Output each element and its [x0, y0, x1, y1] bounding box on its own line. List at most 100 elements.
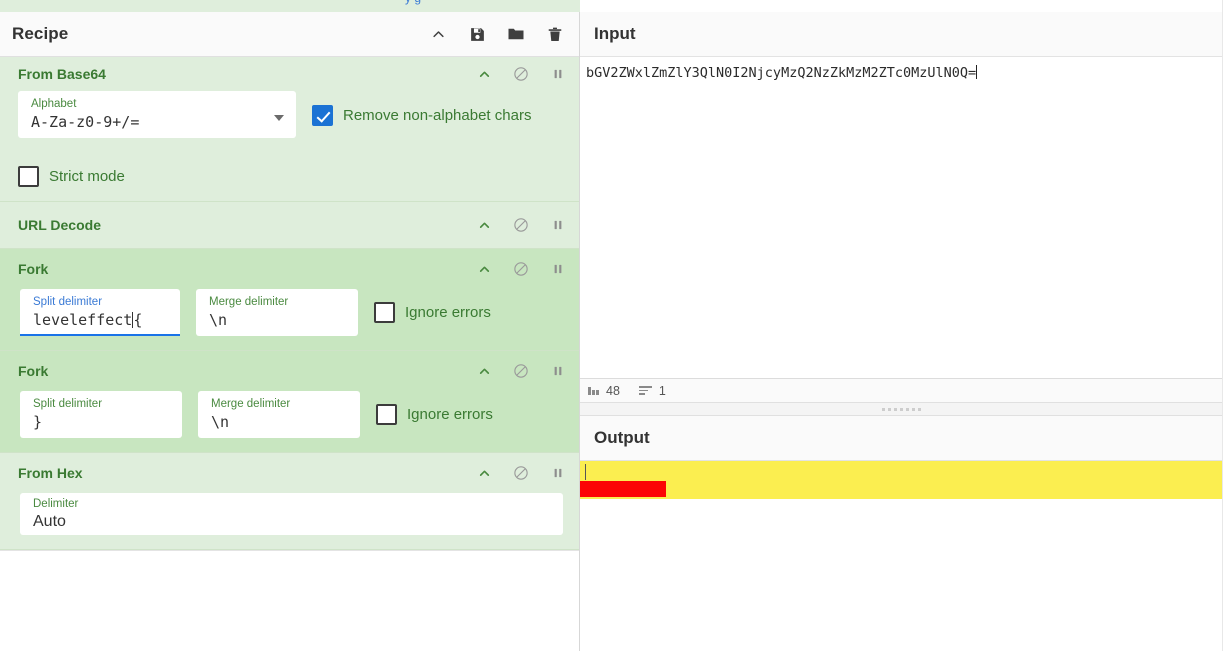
splitter-grip-icon: [882, 407, 921, 411]
output-highlight-band: [580, 461, 1223, 499]
disable-operation-icon[interactable]: [512, 464, 530, 482]
split-delimiter-label: Split delimiter: [33, 398, 103, 410]
recipe-operation[interactable]: URL Decode: [0, 202, 579, 249]
delimiter-field[interactable]: Delimiter Auto: [20, 493, 563, 535]
abc-icon: [588, 386, 599, 395]
save-recipe-icon[interactable]: [467, 24, 487, 44]
remove-non-alphabet-chars-label: Remove non-alphabet chars: [343, 107, 532, 124]
operation-header: From Base64: [0, 57, 579, 91]
strict-mode-label: Strict mode: [49, 168, 125, 185]
merge-delimiter-value: \n: [211, 413, 230, 431]
ignore-errors-label: Ignore errors: [405, 304, 491, 321]
cut-off-banner: y g: [0, 0, 580, 12]
recipe-operation[interactable]: From Base64 Alphabet A-Za-z0-9+/= Remove…: [0, 57, 579, 202]
ignore-errors-checkbox-row[interactable]: Ignore errors: [376, 404, 493, 425]
ignore-errors-checkbox[interactable]: [374, 302, 395, 323]
output-title: Output: [594, 428, 650, 447]
operation-actions: [475, 216, 567, 234]
io-pane: Input bGV2ZWxlZmZlY3QlN0I2NjcyMzQ2NzZkMz…: [580, 0, 1223, 651]
input-lines-value: 1: [658, 383, 666, 398]
disable-operation-icon[interactable]: [512, 362, 530, 380]
operation-body: Split delimiter leveleffect{ Merge delim…: [0, 289, 579, 350]
ignore-errors-checkbox-row[interactable]: Ignore errors: [374, 302, 491, 323]
recipe-header: Recipe: [0, 12, 579, 57]
operation-body: Split delimiter } Merge delimiter \n Ign…: [0, 391, 579, 452]
alphabet-field[interactable]: Alphabet A-Za-z0-9+/=: [18, 91, 296, 138]
merge-delimiter-label: Merge delimiter: [211, 398, 291, 410]
breakpoint-pause-icon[interactable]: [549, 362, 567, 380]
input-text[interactable]: bGV2ZWxlZmZlY3QlN0I2NjcyMzQ2NzZkMzM2ZTc0…: [586, 64, 1217, 83]
recipe-operation-list[interactable]: From Base64 Alphabet A-Za-z0-9+/= Remove…: [0, 57, 579, 651]
lines-icon: [638, 385, 652, 396]
operation-actions: [475, 260, 567, 278]
cut-off-link[interactable]: y g: [405, 0, 421, 5]
merge-delimiter-field[interactable]: Merge delimiter \n: [196, 289, 358, 336]
recipe-operation[interactable]: From Hex Delimiter Auto: [0, 453, 579, 550]
disable-operation-icon[interactable]: [512, 65, 530, 83]
strict-mode-checkbox[interactable]: [18, 166, 39, 187]
input-title: Input: [594, 24, 636, 43]
trash-icon[interactable]: [545, 24, 565, 44]
recipe-title: Recipe: [12, 24, 69, 43]
remove-non-alphabet-chars-checkbox[interactable]: [312, 105, 333, 126]
split-delimiter-field[interactable]: Split delimiter leveleffect{: [20, 289, 180, 336]
operation-actions: [475, 65, 567, 83]
recipe-operation[interactable]: Fork: [0, 351, 579, 453]
operation-header: Fork: [0, 351, 579, 391]
operation-title: From Hex: [18, 465, 83, 481]
output-textarea[interactable]: [580, 461, 1223, 651]
operation-actions: [475, 362, 567, 380]
io-splitter[interactable]: [580, 402, 1223, 416]
input-textarea[interactable]: bGV2ZWxlZmZlY3QlN0I2NjcyMzQ2NzZkMzM2ZTc0…: [580, 57, 1223, 378]
merge-delimiter-label: Merge delimiter: [209, 296, 289, 308]
disable-operation-icon[interactable]: [512, 260, 530, 278]
input-lines-group: 1: [638, 383, 666, 398]
ignore-errors-label: Ignore errors: [407, 406, 493, 423]
output-text: [580, 461, 1223, 465]
delimiter-label: Delimiter: [33, 498, 79, 510]
output-caret: [585, 464, 586, 480]
ignore-errors-checkbox[interactable]: [376, 404, 397, 425]
input-caret: [976, 65, 978, 79]
operation-actions: [475, 464, 567, 482]
breakpoint-pause-icon[interactable]: [549, 216, 567, 234]
output-redaction-block: [580, 481, 666, 497]
split-delimiter-value: leveleffect{: [33, 311, 143, 329]
recipe-operation[interactable]: Fork: [0, 249, 579, 351]
folder-icon[interactable]: [506, 24, 526, 44]
operation-header: Fork: [0, 249, 579, 289]
split-delimiter-field[interactable]: Split delimiter }: [20, 391, 182, 438]
operation-header: URL Decode: [0, 202, 579, 248]
merge-delimiter-field[interactable]: Merge delimiter \n: [198, 391, 360, 438]
chevron-up-icon[interactable]: [475, 464, 493, 482]
operation-title: Fork: [18, 261, 49, 277]
collapse-icon[interactable]: [428, 24, 448, 44]
recipe-header-actions: [428, 24, 565, 44]
split-delimiter-label: Split delimiter: [33, 296, 103, 308]
alphabet-label: Alphabet: [31, 98, 77, 110]
input-header: Input: [580, 12, 1223, 57]
chevron-up-icon[interactable]: [475, 216, 493, 234]
operation-title: Fork: [18, 363, 49, 379]
recipe-drop-area[interactable]: [0, 550, 579, 596]
chevron-up-icon[interactable]: [475, 362, 493, 380]
strict-mode-checkbox-row[interactable]: Strict mode: [18, 166, 561, 187]
delimiter-value: Auto: [33, 513, 66, 530]
input-length-value: 48: [606, 383, 620, 398]
disable-operation-icon[interactable]: [512, 216, 530, 234]
input-length-group: 48: [588, 384, 620, 398]
split-delimiter-value: }: [33, 413, 43, 431]
chevron-up-icon[interactable]: [475, 65, 493, 83]
cyberchef-app: y g Recipe: [0, 0, 1223, 651]
remove-non-alphabet-chars-checkbox-row[interactable]: Remove non-alphabet chars: [312, 105, 531, 126]
chevron-up-icon[interactable]: [475, 260, 493, 278]
recipe-pane: y g Recipe: [0, 0, 580, 651]
operation-body: Alphabet A-Za-z0-9+/= Remove non-alphabe…: [0, 91, 579, 201]
operation-body: Delimiter Auto: [0, 493, 579, 549]
operation-title: From Base64: [18, 66, 106, 82]
breakpoint-pause-icon[interactable]: [549, 464, 567, 482]
merge-delimiter-value: \n: [209, 311, 228, 329]
chevron-down-icon[interactable]: [274, 115, 284, 121]
breakpoint-pause-icon[interactable]: [549, 260, 567, 278]
breakpoint-pause-icon[interactable]: [549, 65, 567, 83]
